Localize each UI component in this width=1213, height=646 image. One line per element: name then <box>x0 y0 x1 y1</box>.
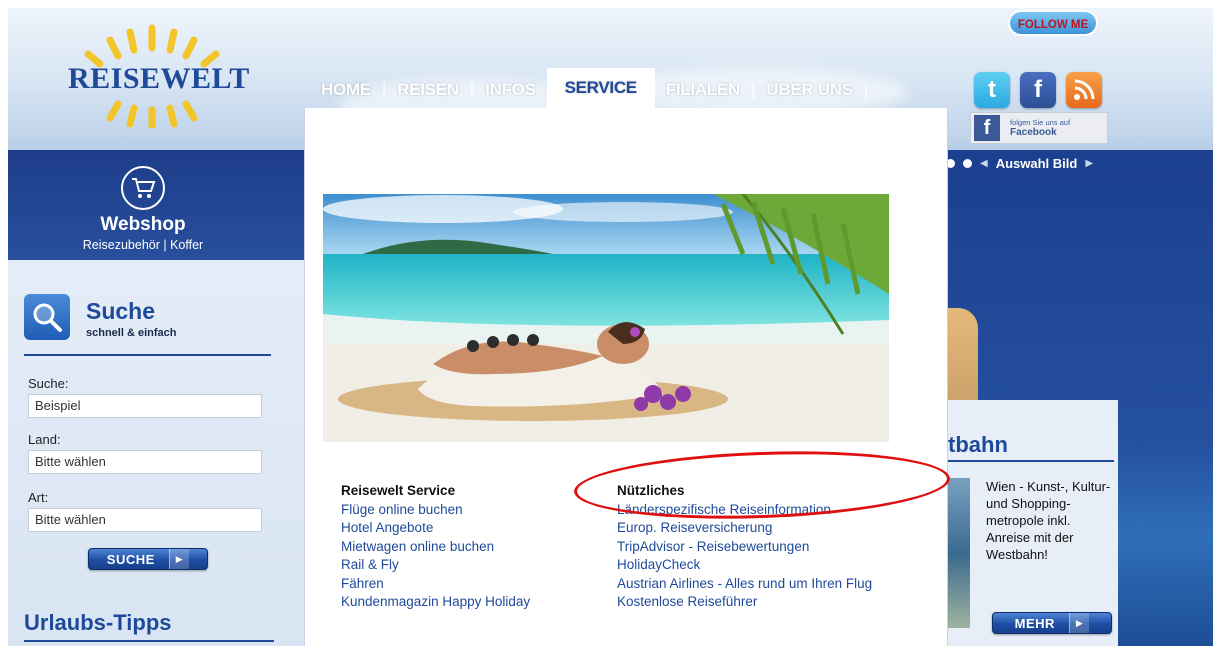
webshop-title: Webshop <box>100 214 186 235</box>
link-laenderspezifische-reiseinformation[interactable]: Länderspezifische Reiseinformation <box>617 501 947 520</box>
link-kostenlose-reisefuehrer[interactable]: Kostenlose Reiseführer <box>617 593 947 612</box>
slider-dot[interactable] <box>963 159 972 168</box>
nav-item-reisen[interactable]: REISEN <box>386 70 470 110</box>
facebook-icon[interactable]: f <box>1020 72 1056 108</box>
divider <box>24 354 271 356</box>
link-fluege-online-buchen[interactable]: Flüge online buchen <box>341 501 601 520</box>
nav-item-service[interactable]: SERVICE <box>546 68 655 112</box>
facebook-badge-line1: folgen Sie uns auf <box>1010 118 1071 127</box>
divider <box>24 640 274 642</box>
art-select[interactable]: Bitte wählen <box>28 508 262 532</box>
search-button-label: SUCHE <box>106 551 155 567</box>
slider-label: Auswahl Bild <box>995 156 1078 171</box>
search-input[interactable]: Beispiel <box>28 394 262 418</box>
rock-decoration <box>948 308 978 408</box>
column-heading: Nützliches <box>617 483 685 498</box>
image-slider-control: ◀ Auswahl Bild ▶ <box>946 156 1093 171</box>
search-title: Suche <box>86 298 156 324</box>
logo-text: REISEWELT <box>68 62 250 95</box>
reisewelt-logo[interactable]: REISEWELT <box>48 18 268 128</box>
land-label: Land: <box>28 432 61 447</box>
webshop-teaser[interactable]: Webshop Reisezubehör | Koffer <box>48 166 238 252</box>
nav-item-home[interactable]: HOME <box>310 70 382 110</box>
search-button[interactable]: SUCHE ▶ <box>88 548 208 570</box>
search-subtitle: schnell & einfach <box>86 327 177 339</box>
chevron-right-icon[interactable]: ▶ <box>1085 158 1093 169</box>
search-header: Suche schnell & einfach <box>24 294 176 340</box>
nav-item-filialen[interactable]: FILIALEN <box>655 70 751 110</box>
service-column-nuetzliches: Nützliches Länderspezifische Reiseinform… <box>617 482 947 612</box>
land-select[interactable]: Bitte wählen <box>28 450 262 474</box>
teaser-image[interactable] <box>948 478 970 628</box>
column-heading: Reisewelt Service <box>341 483 456 498</box>
page: REISEWELT HOME | REISEN | INFOS SERVICE … <box>8 8 1213 646</box>
main-nav: HOME | REISEN | INFOS SERVICE FILIALEN |… <box>310 68 869 112</box>
teaser-text: Wien - Kunst-, Kultur- und Shopping-metr… <box>986 479 1111 562</box>
rss-icon[interactable] <box>1066 72 1102 108</box>
facebook-badge-line2: Facebook <box>1010 127 1057 138</box>
nav-item-ueber-uns[interactable]: ÜBER UNS <box>755 70 863 110</box>
link-rail-and-fly[interactable]: Rail & Fly <box>341 556 601 575</box>
chevron-left-icon[interactable]: ◀ <box>980 158 988 169</box>
hero-image-spa-beach <box>323 194 889 442</box>
cart-icon <box>121 166 165 210</box>
mehr-button-label: MEHR <box>1014 615 1055 631</box>
link-austrian-airlines[interactable]: Austrian Airlines - Alles rund um Ihren … <box>617 575 947 594</box>
service-dropdown-panel: Reisewelt Service Flüge online buchen Ho… <box>304 108 948 646</box>
mehr-button[interactable]: MEHR ▶ <box>992 612 1112 634</box>
twitter-icon[interactable]: t <box>974 72 1010 108</box>
link-hotel-angebote[interactable]: Hotel Angebote <box>341 519 601 538</box>
follow-me-banner[interactable]: FOLLOW ME <box>1000 8 1110 40</box>
westbahn-teaser: tbahn Wien - Kunst-, Kultur- und Shoppin… <box>948 400 1118 646</box>
social-icons: t f <box>974 72 1102 108</box>
teaser-title: tbahn <box>948 432 1008 457</box>
webshop-subtitle: Reisezubehör | Koffer <box>82 238 204 252</box>
link-faehren[interactable]: Fähren <box>341 575 601 594</box>
nav-separator: | <box>863 80 869 99</box>
divider <box>948 460 1114 462</box>
nav-item-infos[interactable]: INFOS <box>474 70 546 110</box>
service-column-reisewelt: Reisewelt Service Flüge online buchen Ho… <box>341 482 601 612</box>
chevron-right-icon: ▶ <box>1068 613 1090 633</box>
art-label: Art: <box>28 490 49 505</box>
chevron-right-icon: ▶ <box>168 549 190 569</box>
magnifier-icon <box>24 294 70 340</box>
link-europ-reiseversicherung[interactable]: Europ. Reiseversicherung <box>617 519 947 538</box>
facebook-follow-badge[interactable]: f folgen Sie uns auf Facebook <box>970 112 1108 144</box>
search-sidebar: Suche schnell & einfach Suche: Beispiel … <box>8 260 304 646</box>
search-label: Suche: <box>28 376 69 391</box>
facebook-icon: f <box>974 115 1000 141</box>
link-tripadvisor[interactable]: TripAdvisor - Reisebewertungen <box>617 538 947 557</box>
link-kundenmagazin[interactable]: Kundenmagazin Happy Holiday <box>341 593 601 612</box>
link-holidaycheck[interactable]: HolidayCheck <box>617 556 947 575</box>
link-mietwagen-online-buchen[interactable]: Mietwagen online buchen <box>341 538 601 557</box>
follow-me-label: FOLLOW ME <box>1008 10 1098 36</box>
urlaubs-tipps-heading: Urlaubs-Tipps <box>24 610 172 635</box>
